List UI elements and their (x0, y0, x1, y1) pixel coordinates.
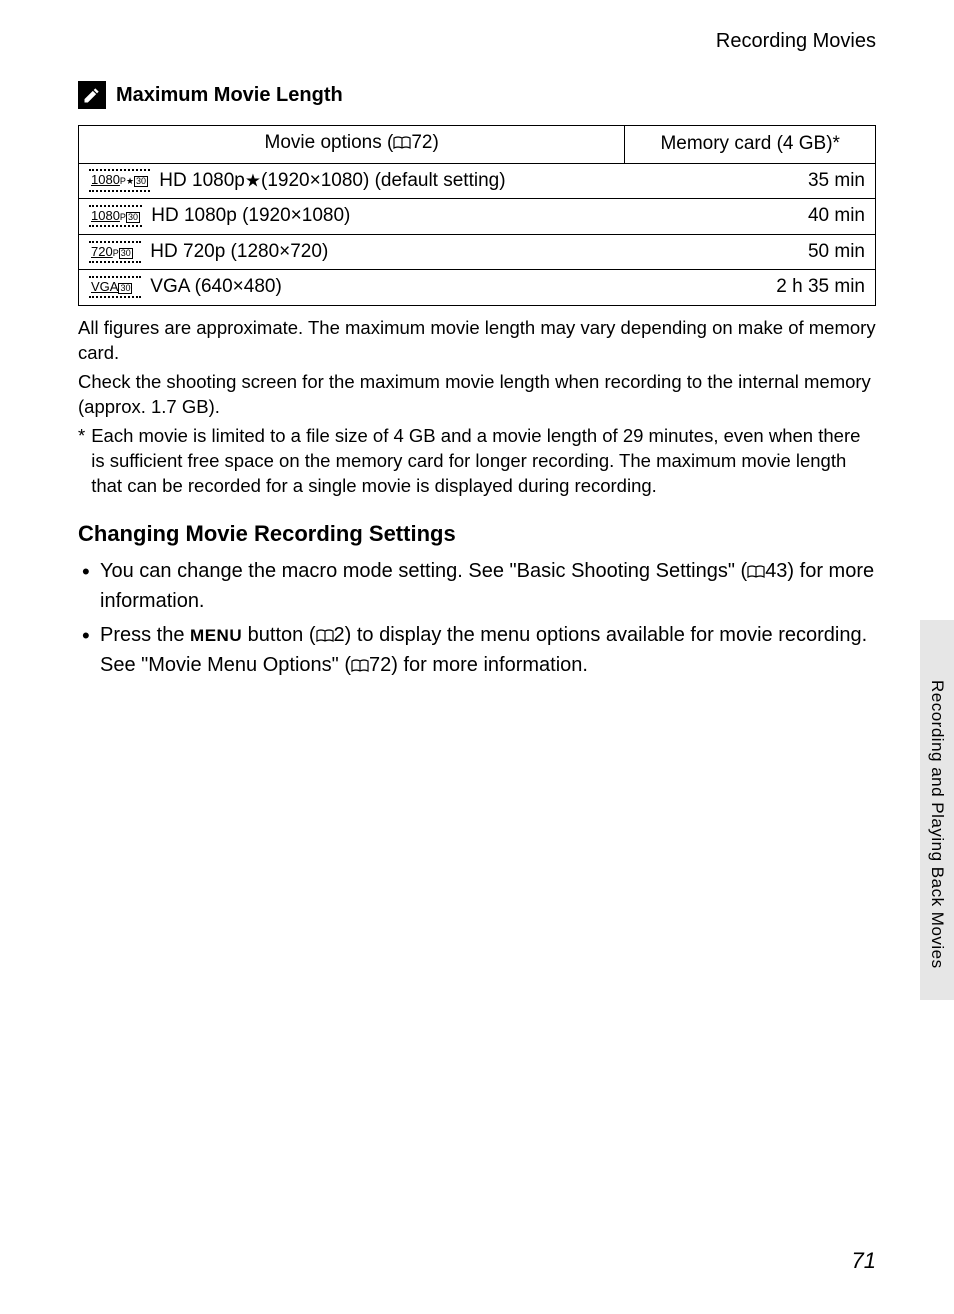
footnote-text: Each movie is limited to a file size of … (91, 424, 876, 499)
table-notes: All figures are approximate. The maximum… (78, 316, 876, 420)
bullet-list: You can change the macro mode setting. S… (78, 557, 876, 681)
value-cell: 35 min (625, 163, 876, 199)
mode-icon: 1080P★30 (89, 169, 150, 191)
note-1: All figures are approximate. The maximum… (78, 316, 876, 366)
note-2: Check the shooting screen for the maximu… (78, 370, 876, 420)
menu-button-label: MENU (190, 626, 242, 645)
col-header-card: Memory card (4 GB)* (625, 126, 876, 164)
mode-icon: 720P30 (89, 241, 141, 263)
section-header: Maximum Movie Length (78, 81, 876, 109)
table-row: 1080P★30 HD 1080p★(1920×1080) (default s… (79, 163, 876, 199)
option-cell: 720P30 HD 720p (1280×720) (79, 234, 625, 270)
running-head: Recording Movies (78, 30, 876, 53)
side-tab: Recording and Playing Back Movies (920, 620, 954, 1000)
option-cell: 1080P30 HD 1080p (1920×1080) (79, 199, 625, 235)
value-cell: 50 min (625, 234, 876, 270)
pencil-note-icon (78, 81, 106, 109)
table-row: VGA30 VGA (640×480)2 h 35 min (79, 270, 876, 306)
book-ref-icon (316, 623, 334, 651)
value-cell: 2 h 35 min (625, 270, 876, 306)
subheading: Changing Movie Recording Settings (78, 521, 876, 547)
mode-icon: VGA30 (89, 276, 141, 298)
page-number: 71 (852, 1248, 876, 1274)
movie-length-table: Movie options (72) Memory card (4 GB)* 1… (78, 125, 876, 306)
option-cell: VGA30 VGA (640×480) (79, 270, 625, 306)
mode-icon: 1080P30 (89, 205, 142, 227)
table-row: 1080P30 HD 1080p (1920×1080)40 min (79, 199, 876, 235)
side-tab-label: Recording and Playing Back Movies (927, 680, 947, 969)
footnote-mark: * (78, 424, 85, 499)
option-cell: 1080P★30 HD 1080p★(1920×1080) (default s… (79, 163, 625, 199)
star-icon: ★ (245, 170, 261, 190)
bullet-2: Press the MENU button (2) to display the… (78, 621, 876, 681)
table-row: 720P30 HD 720p (1280×720)50 min (79, 234, 876, 270)
book-ref-icon (393, 132, 411, 159)
bullet-1: You can change the macro mode setting. S… (78, 557, 876, 615)
footnote: * Each movie is limited to a file size o… (78, 424, 876, 499)
book-ref-icon (747, 559, 765, 587)
value-cell: 40 min (625, 199, 876, 235)
section-title: Maximum Movie Length (116, 84, 343, 107)
col-header-options: Movie options (72) (79, 126, 625, 164)
book-ref-icon (351, 653, 369, 681)
